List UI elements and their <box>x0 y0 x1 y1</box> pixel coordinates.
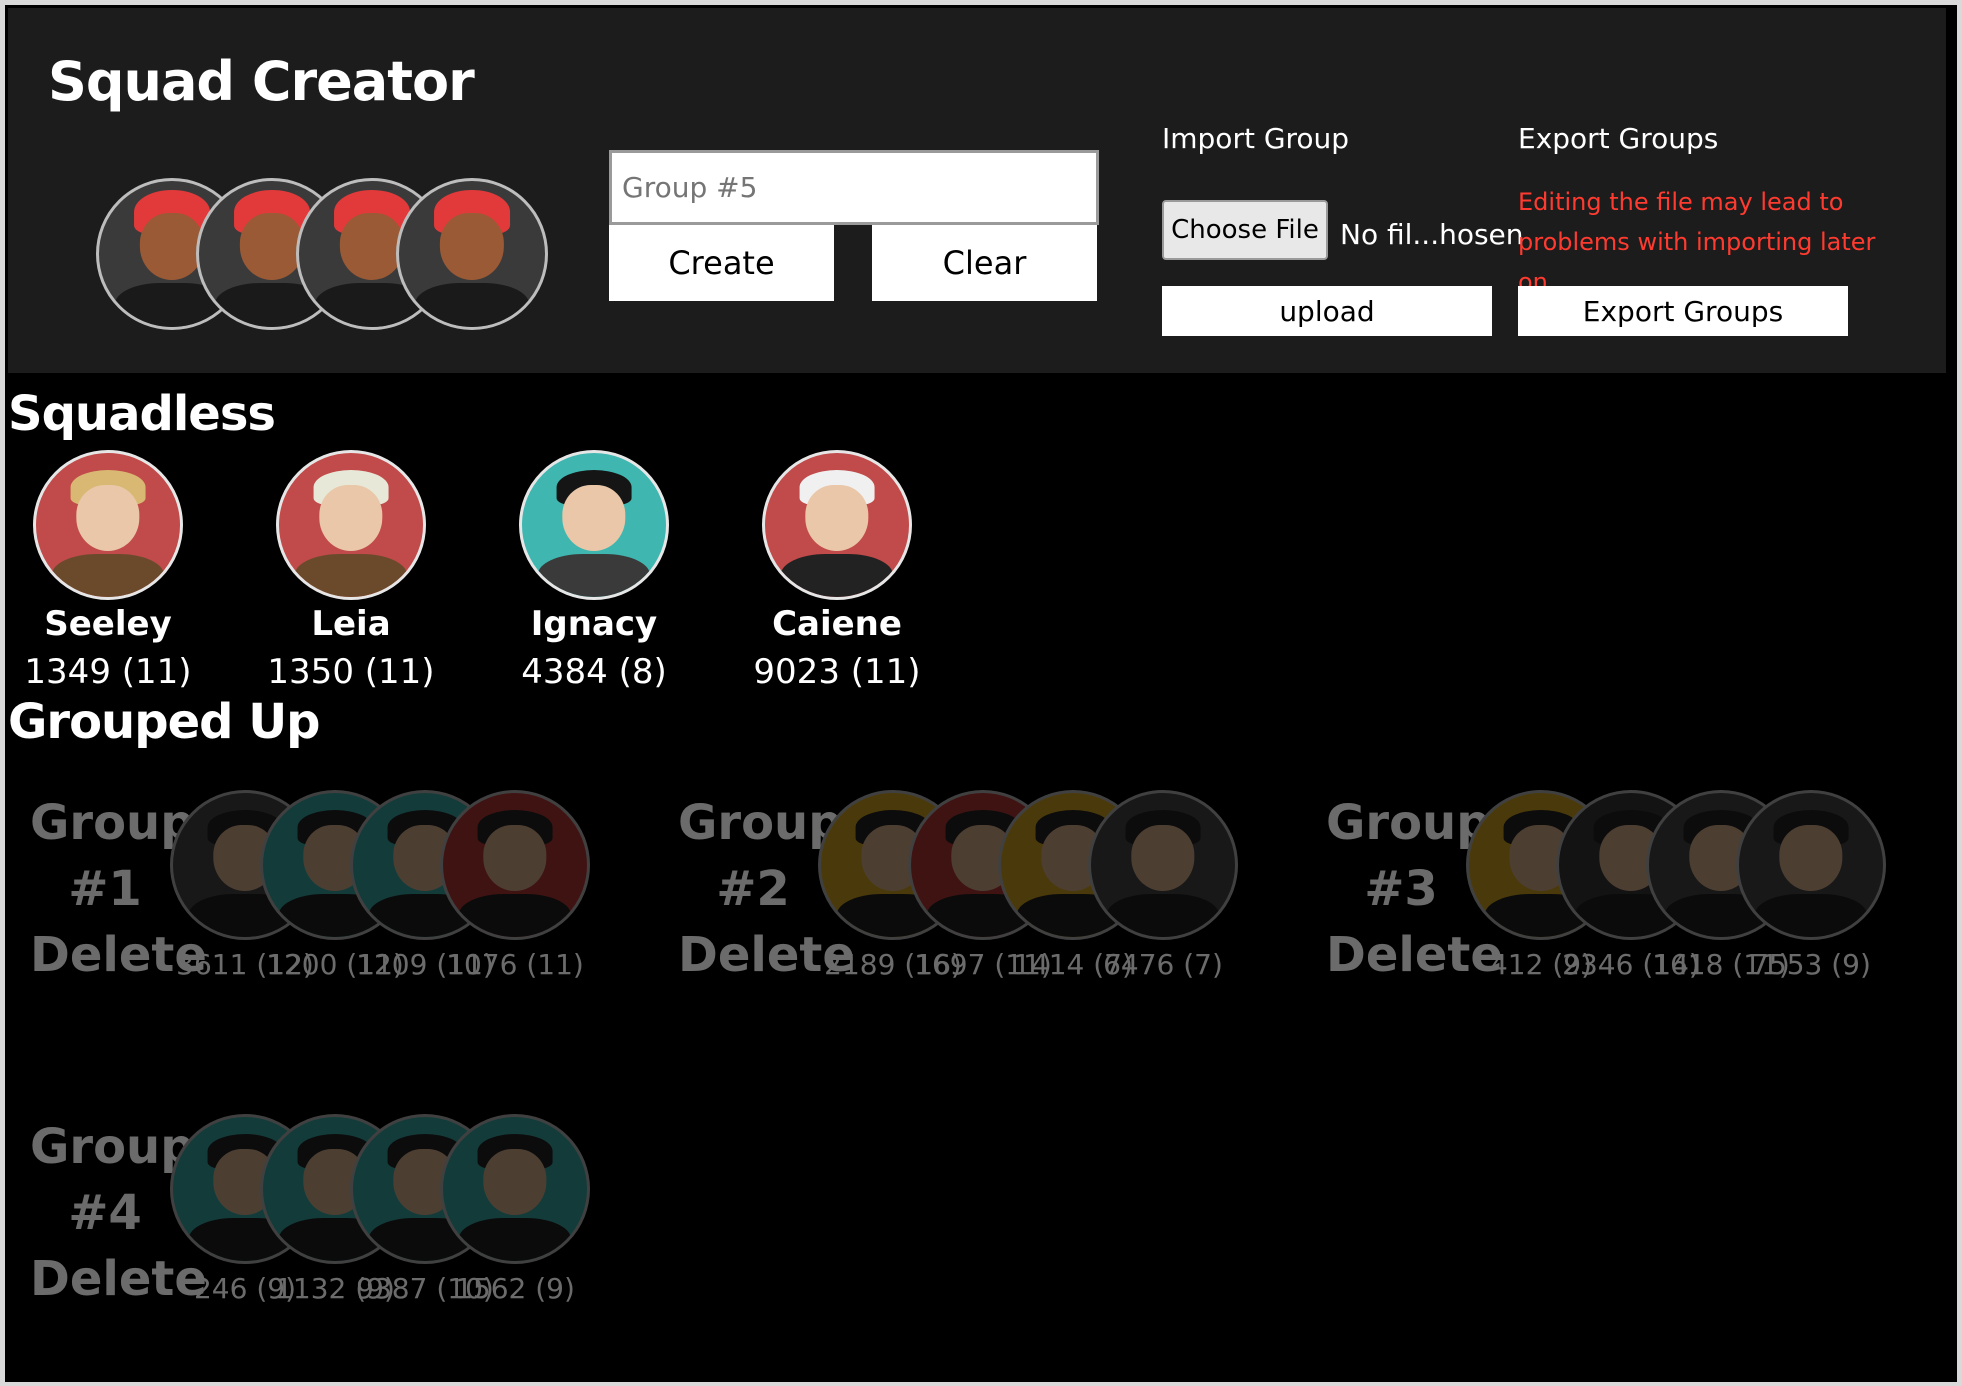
avatar-body <box>51 553 165 597</box>
page-title: Squad Creator <box>48 50 475 113</box>
avatar-body <box>780 553 894 597</box>
preview-avatar <box>396 178 548 330</box>
member-avatar <box>276 450 426 600</box>
squadless-member[interactable]: Caiene 9023 (11) <box>732 450 942 692</box>
member-name: Caiene <box>772 604 902 644</box>
delete-group-button[interactable]: Delete <box>30 1246 207 1312</box>
delete-group-button[interactable]: Delete <box>30 922 207 988</box>
group-member-stat: 1076 (11) <box>446 948 584 981</box>
member-name: Leia <box>311 604 391 644</box>
file-status-text: No fil...hosen <box>1340 218 1524 251</box>
member-avatar <box>762 450 912 600</box>
group-member-avatar[interactable] <box>440 1114 590 1264</box>
group-member-avatar[interactable] <box>440 790 590 940</box>
group-card: Group #4 Delete 246 (9) 1132 (9) 9387 (10) 15… <box>30 1114 650 1334</box>
preview-avatars <box>96 178 576 338</box>
grouped-up-title: Grouped Up <box>8 694 321 750</box>
create-button[interactable]: Create <box>609 225 834 301</box>
group-label: Group #4 <box>30 1119 195 1241</box>
group-member-avatar[interactable] <box>1088 790 1238 940</box>
upload-button[interactable]: upload <box>1162 286 1492 336</box>
export-groups-title: Export Groups <box>1518 122 1719 155</box>
group-member-stat: 7553 (9) <box>1751 948 1871 981</box>
squadless-member[interactable]: Leia 1350 (11) <box>246 450 456 692</box>
group-member-stat: 1562 (9) <box>455 1272 575 1305</box>
member-stat: 4384 (8) <box>521 652 667 692</box>
member-name: Seeley <box>44 604 172 644</box>
group-name-input[interactable] <box>609 150 1099 225</box>
squadless-title: Squadless <box>8 386 276 442</box>
member-stat: 1350 (11) <box>267 652 435 692</box>
group-member-stat: 6476 (7) <box>1103 948 1223 981</box>
group-label: Group #1 <box>30 795 195 917</box>
group-label: Group #2 <box>678 795 843 917</box>
choose-file-button[interactable]: Choose File <box>1162 200 1328 260</box>
group-card: Group #2 Delete 2189 (16) 1697 (11) 1414 (7)… <box>678 790 1298 1010</box>
group-member-avatar[interactable] <box>1736 790 1886 940</box>
member-stat: 1349 (11) <box>24 652 192 692</box>
squadless-member[interactable]: Seeley 1349 (11) <box>3 450 213 692</box>
member-name: Ignacy <box>530 604 658 644</box>
avatar-body <box>294 553 408 597</box>
avatar-body <box>537 553 651 597</box>
squadless-member[interactable]: Ignacy 4384 (8) <box>489 450 699 692</box>
clear-button[interactable]: Clear <box>872 225 1097 301</box>
member-avatar <box>519 450 669 600</box>
group-card: Group #3 Delete 412 (9) 2346 (14) 1618 (11) 7… <box>1326 790 1946 1010</box>
member-avatar <box>33 450 183 600</box>
import-group-title: Import Group <box>1162 122 1350 155</box>
delete-group-button[interactable]: Delete <box>678 922 855 988</box>
member-stat: 9023 (11) <box>753 652 921 692</box>
frame-border <box>0 1382 1962 1386</box>
export-warning-text: Editing the file may lead to problems wi… <box>1518 188 1876 296</box>
delete-group-button[interactable]: Delete <box>1326 922 1503 988</box>
group-label: Group #3 <box>1326 795 1491 917</box>
group-card: Group #1 Delete 3611 (12) 1200 (11) 1209 (11… <box>30 790 650 1010</box>
export-groups-button[interactable]: Export Groups <box>1518 286 1848 336</box>
